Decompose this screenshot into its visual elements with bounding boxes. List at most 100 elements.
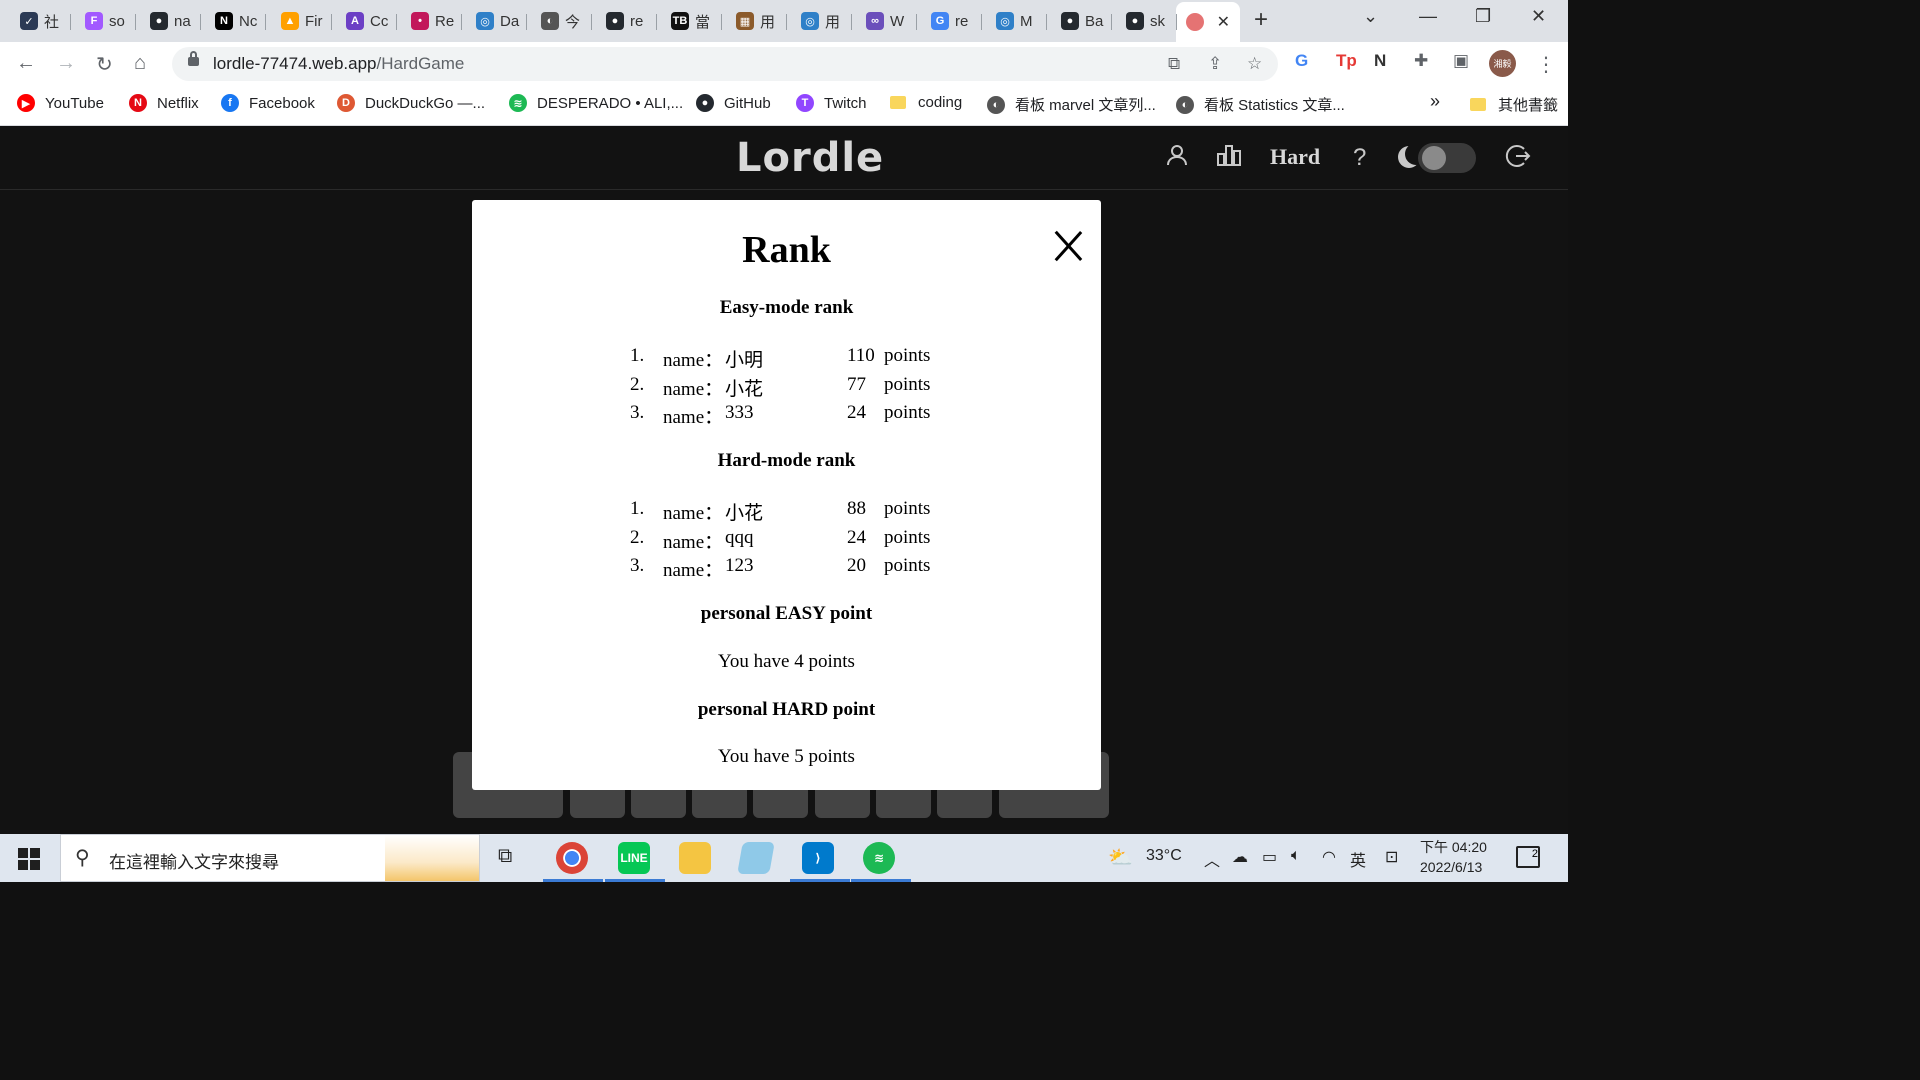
bookmark-item[interactable]: ≋ DESPERADO • ALI,... [509, 94, 683, 112]
bookmark-label: GitHub [724, 94, 771, 112]
tray-chevron-icon[interactable]: ︿ [1204, 847, 1220, 871]
notion-extension-icon[interactable]: N [1374, 51, 1386, 71]
taskbar-clock[interactable]: 下午 04:20 2022/6/13 [1420, 837, 1487, 877]
bookmark-item[interactable]: T Twitch [796, 94, 867, 112]
folder-icon [890, 96, 906, 109]
close-modal-button[interactable] [1052, 230, 1084, 262]
browser-tab[interactable]: ▦ 用 [726, 6, 787, 36]
browser-tab[interactable]: Gre [921, 6, 982, 36]
forward-icon[interactable]: → [56, 52, 76, 75]
points-label: points [884, 402, 931, 423]
line-taskbar-icon[interactable]: LINE [618, 842, 650, 874]
browser-tab[interactable]: A Cc [336, 6, 397, 36]
user-icon[interactable] [1166, 144, 1188, 172]
ime-mode-icon[interactable]: ⊡ [1385, 847, 1398, 867]
tab-favicon-icon: F [85, 12, 103, 30]
bookmark-favicon-icon: N [129, 94, 147, 112]
new-tab-button[interactable]: + [1254, 6, 1268, 34]
browser-tab[interactable]: ● re [596, 6, 657, 36]
home-icon[interactable]: ⌂ [134, 52, 146, 75]
player-score: 20 [847, 555, 866, 576]
side-panel-icon[interactable]: ▣ [1453, 51, 1469, 71]
browser-tab[interactable]: ▲ Fir [271, 6, 332, 36]
bookmarks-overflow-button[interactable]: » [1430, 91, 1440, 112]
bookmark-item[interactable]: f Facebook [221, 94, 315, 112]
tab-search-icon[interactable]: ⌄ [1363, 6, 1378, 27]
browser-tab[interactable]: Fso [75, 6, 136, 36]
volume-icon[interactable]: 🔈︎ [1291, 847, 1301, 865]
file-explorer-icon[interactable] [679, 842, 711, 874]
mode-label[interactable]: Hard [1270, 144, 1320, 170]
tab-label: Fir [305, 12, 323, 30]
browser-tab[interactable]: ◎ 用 [791, 6, 852, 36]
back-icon[interactable]: ← [16, 52, 36, 75]
leaderboard-icon[interactable] [1217, 144, 1241, 172]
tab-separator [200, 14, 201, 30]
ime-indicator[interactable]: 英 [1350, 847, 1366, 871]
menu-kebab-icon[interactable]: ⋮ [1536, 52, 1556, 77]
bookmark-item[interactable]: ● GitHub [696, 94, 771, 112]
bookmark-star-icon[interactable]: ☆ [1247, 54, 1262, 74]
windows-taskbar: ⚲ 在這裡輸入文字來搜尋 ⧉ LINE ⟩ ≋ ⛅ 33°C ︿ ☁ ▭ 🔈︎ … [0, 834, 1568, 882]
share-icon[interactable]: ⇪ [1208, 54, 1222, 74]
bookmark-favicon-icon: ◐ [1176, 95, 1194, 114]
bookmark-favicon-icon: f [221, 94, 239, 112]
taskbar-search-box[interactable]: ⚲ 在這裡輸入文字來搜尋 [60, 834, 480, 882]
spotify-taskbar-icon[interactable]: ≋ [863, 842, 895, 874]
address-bar[interactable]: lordle-77474.web.app/HardGame ⧉ ⇪ ☆ [172, 47, 1278, 81]
tab-favicon-icon: ◎ [996, 12, 1014, 30]
notification-center-icon[interactable]: 2 [1516, 846, 1540, 868]
vscode-taskbar-icon[interactable]: ⟩ [802, 842, 834, 874]
bookmark-item[interactable]: N Netflix [129, 94, 199, 112]
browser-toolbar: ← → ↻ ⌂ lordle-77474.web.app/HardGame ⧉ … [0, 42, 1568, 86]
weather-icon[interactable]: ⛅ [1108, 845, 1133, 870]
chrome-taskbar-icon[interactable] [556, 842, 588, 874]
close-window-button[interactable]: ✕ [1531, 6, 1546, 27]
bookmark-item[interactable]: ▶ YouTube [17, 94, 104, 112]
browser-tab[interactable]: • Re [401, 6, 462, 36]
browser-tab[interactable]: ✓ 社 [10, 6, 71, 36]
translate-icon[interactable]: ⧉ [1168, 54, 1180, 74]
url-text[interactable]: lordle-77474.web.app/HardGame [213, 54, 464, 74]
browser-tab[interactable]: ● na [140, 6, 201, 36]
logout-icon[interactable] [1505, 144, 1531, 174]
bookmark-label: Facebook [249, 94, 315, 112]
browser-tab[interactable]: TB 當 [661, 6, 722, 36]
notes-app-icon[interactable] [737, 842, 775, 874]
help-icon[interactable]: ? [1353, 144, 1366, 172]
browser-tab[interactable]: ◎ Da [466, 6, 527, 36]
profile-avatar[interactable]: 湘毅 [1489, 50, 1516, 77]
browser-tab[interactable]: ∞ W [856, 6, 917, 36]
battery-icon[interactable]: ▭ [1262, 847, 1277, 867]
reload-icon[interactable]: ↻ [96, 52, 113, 77]
other-bookmarks-folder[interactable]: 其他書籤 [1470, 94, 1558, 115]
windows-start-icon[interactable] [18, 848, 40, 870]
browser-tab[interactable]: ◐ 今 [531, 6, 592, 36]
lock-icon[interactable] [188, 51, 199, 66]
tab-label: 用 [825, 13, 841, 31]
weather-temperature[interactable]: 33°C [1146, 847, 1182, 865]
bookmark-item[interactable]: ◐ 看板 marvel 文章列... [987, 94, 1156, 115]
browser-tab[interactable]: ◎ M [986, 6, 1047, 36]
browser-tab[interactable]: ● sk [1116, 6, 1177, 36]
dark-mode-toggle[interactable] [1396, 141, 1480, 175]
browser-tab[interactable]: ● Ba [1051, 6, 1112, 36]
search-placeholder: 在這裡輸入文字來搜尋 [109, 853, 279, 873]
extensions-puzzle-icon[interactable]: ✚ [1414, 51, 1428, 71]
bookmark-item[interactable]: coding [890, 94, 962, 111]
browser-tab[interactable]: N Nc [205, 6, 266, 36]
minimize-button[interactable]: — [1419, 6, 1437, 27]
bookmark-item[interactable]: D DuckDuckGo —... [337, 94, 485, 112]
onedrive-icon[interactable]: ☁ [1232, 847, 1248, 867]
tab-favicon-icon: ✓ [20, 12, 38, 30]
tp-extension-icon[interactable]: Tp [1336, 51, 1357, 71]
tab-active[interactable]: ✕ [1176, 2, 1240, 42]
task-view-icon[interactable]: ⧉ [498, 845, 512, 868]
tab-label: W [890, 12, 905, 30]
google-translate-extension-icon[interactable]: G [1295, 51, 1308, 71]
wifi-icon[interactable]: ◠ [1322, 847, 1336, 867]
rank-number: 3. [630, 555, 645, 576]
close-tab-icon[interactable]: ✕ [1217, 12, 1230, 32]
restore-button[interactable]: ❐ [1475, 6, 1491, 27]
bookmark-item[interactable]: ◐ 看板 Statistics 文章... [1176, 94, 1345, 115]
